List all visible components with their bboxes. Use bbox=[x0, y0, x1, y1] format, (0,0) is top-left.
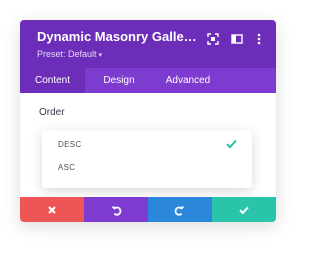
more-vertical-icon[interactable] bbox=[252, 32, 266, 46]
tab-design[interactable]: Design bbox=[86, 68, 152, 93]
option-asc[interactable]: ASC bbox=[58, 163, 75, 172]
tab-content[interactable]: Content bbox=[20, 68, 85, 93]
check-icon bbox=[239, 206, 249, 214]
modal-body: Order DESC ASC bbox=[20, 93, 276, 197]
discard-button[interactable] bbox=[20, 197, 84, 222]
order-dropdown: DESC ASC bbox=[42, 130, 252, 188]
undo-icon bbox=[111, 205, 122, 216]
tab-advanced[interactable]: Advanced bbox=[152, 68, 224, 93]
tab-bar: Content Design Advanced bbox=[20, 68, 276, 93]
modal-title: Dynamic Masonry Gallery S... bbox=[37, 29, 197, 44]
check-icon bbox=[226, 139, 237, 149]
expand-icon[interactable] bbox=[206, 32, 220, 46]
caret-down-icon: ▾ bbox=[98, 52, 103, 59]
modal-footer bbox=[20, 197, 276, 222]
close-icon bbox=[48, 205, 56, 214]
option-desc[interactable]: DESC bbox=[58, 140, 81, 149]
preset-selector[interactable]: Preset: Default ▾ bbox=[37, 49, 102, 59]
redo-button[interactable] bbox=[148, 197, 212, 222]
split-view-icon[interactable] bbox=[230, 32, 244, 46]
order-label: Order bbox=[39, 107, 65, 118]
modal-header: Dynamic Masonry Gallery S... Preset: Def… bbox=[20, 20, 276, 68]
preset-label: Preset: Default bbox=[37, 49, 97, 59]
redo-icon bbox=[174, 205, 185, 216]
settings-modal: Dynamic Masonry Gallery S... Preset: Def… bbox=[20, 20, 276, 222]
undo-button[interactable] bbox=[84, 197, 148, 222]
save-button[interactable] bbox=[212, 197, 276, 222]
